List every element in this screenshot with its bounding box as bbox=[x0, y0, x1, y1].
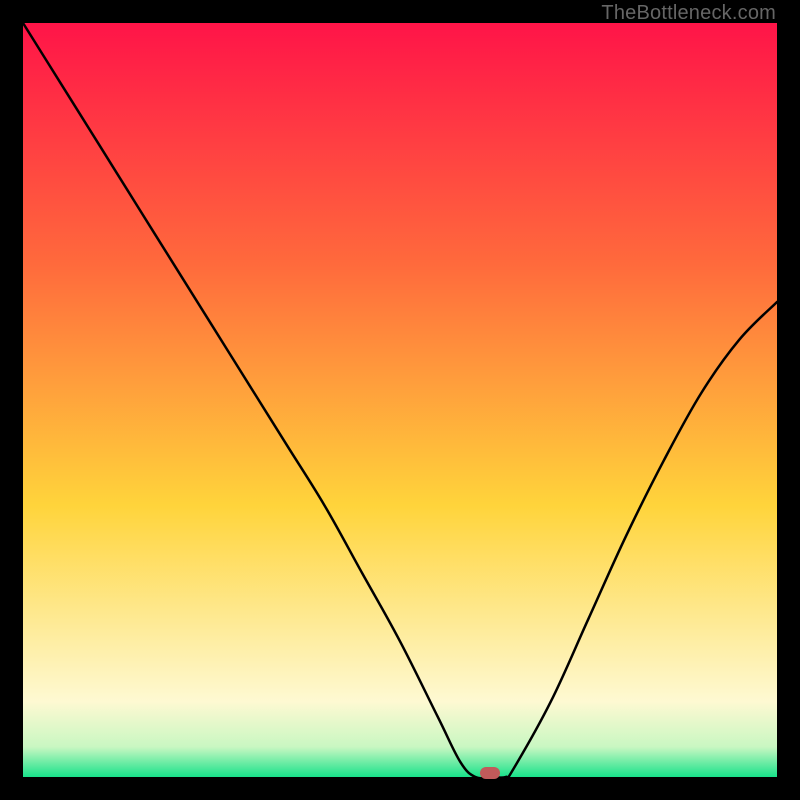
plot-area bbox=[23, 23, 777, 777]
optimal-marker bbox=[480, 767, 500, 779]
chart-frame: TheBottleneck.com bbox=[0, 0, 800, 800]
watermark-text: TheBottleneck.com bbox=[601, 2, 776, 25]
bottleneck-curve bbox=[23, 23, 777, 777]
